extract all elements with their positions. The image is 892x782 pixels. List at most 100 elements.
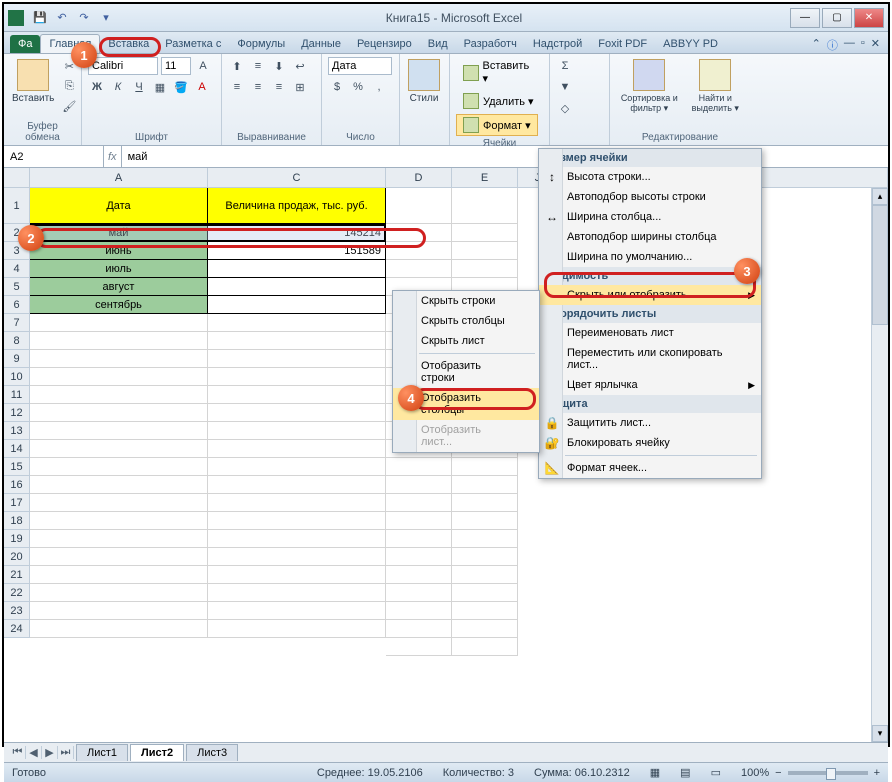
row-header-18[interactable]: 18 bbox=[4, 512, 30, 530]
number-format-select[interactable]: Дата bbox=[328, 57, 392, 75]
cell[interactable] bbox=[208, 296, 386, 314]
copy-icon[interactable]: ⎘ bbox=[60, 77, 78, 95]
fill-color-icon[interactable]: 🪣 bbox=[172, 78, 190, 96]
menu-hide-show[interactable]: Скрыть или отобразить▶ bbox=[539, 285, 761, 305]
percent-icon[interactable]: % bbox=[349, 78, 367, 96]
align-top-icon[interactable]: ⬆ bbox=[228, 57, 246, 75]
cell[interactable] bbox=[208, 350, 386, 368]
underline-icon[interactable]: Ч bbox=[130, 78, 148, 96]
view-break-icon[interactable]: ▭ bbox=[711, 766, 721, 779]
cell[interactable] bbox=[208, 332, 386, 350]
menu-autofit-col[interactable]: Автоподбор ширины столбца bbox=[539, 227, 761, 247]
doc-restore-icon[interactable]: ▫ bbox=[861, 37, 865, 53]
cell[interactable] bbox=[208, 386, 386, 404]
sheet-tab-1[interactable]: Лист1 bbox=[76, 744, 128, 761]
cell[interactable] bbox=[208, 584, 386, 602]
tab-home[interactable]: Главная bbox=[40, 34, 100, 53]
cell[interactable] bbox=[30, 530, 208, 548]
tab-insert[interactable]: Вставка bbox=[100, 35, 157, 53]
row-header-1[interactable]: 1 bbox=[4, 188, 30, 224]
menu-move-copy[interactable]: Переместить или скопировать лист... bbox=[539, 343, 761, 375]
row-header-3[interactable]: 3 bbox=[4, 242, 30, 260]
format-cells-button[interactable]: Формат ▾ bbox=[456, 114, 538, 136]
sheet-tab-3[interactable]: Лист3 bbox=[186, 744, 238, 761]
sheet-prev-icon[interactable]: ◀ bbox=[26, 746, 42, 759]
row-header-24[interactable]: 24 bbox=[4, 620, 30, 638]
row-header-20[interactable]: 20 bbox=[4, 548, 30, 566]
row-header-21[interactable]: 21 bbox=[4, 566, 30, 584]
cell[interactable] bbox=[386, 620, 452, 638]
cell[interactable] bbox=[30, 332, 208, 350]
cell[interactable] bbox=[30, 548, 208, 566]
cell[interactable] bbox=[30, 602, 208, 620]
cell[interactable] bbox=[30, 494, 208, 512]
cell[interactable] bbox=[30, 458, 208, 476]
file-tab[interactable]: Фа bbox=[10, 35, 40, 53]
wrap-text-icon[interactable]: ↩ bbox=[291, 57, 309, 75]
fx-icon[interactable]: fx bbox=[108, 151, 117, 163]
menu-format-cells[interactable]: 📐Формат ячеек... bbox=[539, 458, 761, 478]
border-icon[interactable]: ▦ bbox=[151, 78, 169, 96]
zoom-value[interactable]: 100% bbox=[741, 767, 769, 779]
cell[interactable] bbox=[208, 404, 386, 422]
cell[interactable] bbox=[30, 350, 208, 368]
align-mid-icon[interactable]: ≡ bbox=[249, 57, 267, 75]
cell[interactable] bbox=[452, 512, 518, 530]
tab-view[interactable]: Вид bbox=[420, 35, 456, 53]
row-header-5[interactable]: 5 bbox=[4, 278, 30, 296]
cell[interactable] bbox=[208, 368, 386, 386]
tab-layout[interactable]: Разметка с bbox=[157, 35, 229, 53]
font-size-select[interactable]: 11 bbox=[161, 57, 191, 75]
cell[interactable] bbox=[452, 188, 518, 224]
cell[interactable] bbox=[386, 224, 452, 242]
cell[interactable] bbox=[30, 584, 208, 602]
sheet-next-icon[interactable]: ▶ bbox=[42, 746, 58, 759]
cell[interactable] bbox=[208, 494, 386, 512]
sheet-first-icon[interactable]: ⏮ bbox=[10, 746, 26, 759]
sort-filter-button[interactable]: Сортировка и фильтр ▾ bbox=[616, 57, 683, 116]
row-header-12[interactable]: 12 bbox=[4, 404, 30, 422]
font-color-icon[interactable]: A bbox=[193, 78, 211, 96]
menu-lock-cell[interactable]: 🔐Блокировать ячейку bbox=[539, 433, 761, 453]
submenu-hide-sheet[interactable]: Скрыть лист bbox=[393, 331, 539, 351]
view-layout-icon[interactable]: ▤ bbox=[680, 766, 690, 779]
qat-redo-icon[interactable]: ↷ bbox=[74, 8, 94, 28]
cell[interactable] bbox=[386, 494, 452, 512]
zoom-out-icon[interactable]: − bbox=[775, 767, 781, 779]
submenu-hide-rows[interactable]: Скрыть строки bbox=[393, 291, 539, 311]
cell[interactable] bbox=[386, 512, 452, 530]
zoom-slider[interactable] bbox=[788, 771, 868, 775]
qat-save-icon[interactable]: 💾 bbox=[30, 8, 50, 28]
cell[interactable] bbox=[208, 440, 386, 458]
cell[interactable] bbox=[452, 620, 518, 638]
cell[interactable] bbox=[452, 566, 518, 584]
cell[interactable]: Величина продаж, тыс. руб. bbox=[208, 188, 386, 224]
fill-icon[interactable]: ▼ bbox=[556, 78, 574, 96]
row-header-11[interactable]: 11 bbox=[4, 386, 30, 404]
currency-icon[interactable]: $ bbox=[328, 78, 346, 96]
cell[interactable] bbox=[452, 458, 518, 476]
row-header-9[interactable]: 9 bbox=[4, 350, 30, 368]
cell[interactable]: сентябрь bbox=[30, 296, 208, 314]
cell[interactable] bbox=[386, 584, 452, 602]
cell[interactable] bbox=[208, 260, 386, 278]
cell[interactable] bbox=[452, 584, 518, 602]
cell[interactable] bbox=[208, 512, 386, 530]
submenu-hide-cols[interactable]: Скрыть столбцы bbox=[393, 311, 539, 331]
cell[interactable] bbox=[208, 476, 386, 494]
cell[interactable] bbox=[208, 566, 386, 584]
cell[interactable] bbox=[452, 530, 518, 548]
row-header-7[interactable]: 7 bbox=[4, 314, 30, 332]
ribbon-minimize-icon[interactable]: ⌃ bbox=[812, 37, 821, 53]
tab-developer[interactable]: Разработч bbox=[456, 35, 525, 53]
help-icon[interactable]: ⓘ bbox=[827, 37, 838, 53]
italic-icon[interactable]: К bbox=[109, 78, 127, 96]
cell[interactable] bbox=[386, 476, 452, 494]
cell[interactable]: май bbox=[30, 224, 208, 242]
align-center-icon[interactable]: ≡ bbox=[249, 78, 267, 96]
col-header-A[interactable]: A bbox=[30, 168, 208, 188]
menu-protect-sheet[interactable]: 🔒Защитить лист... bbox=[539, 413, 761, 433]
cell[interactable]: август bbox=[30, 278, 208, 296]
doc-close-icon[interactable]: ✕ bbox=[871, 37, 880, 53]
cell[interactable] bbox=[208, 458, 386, 476]
